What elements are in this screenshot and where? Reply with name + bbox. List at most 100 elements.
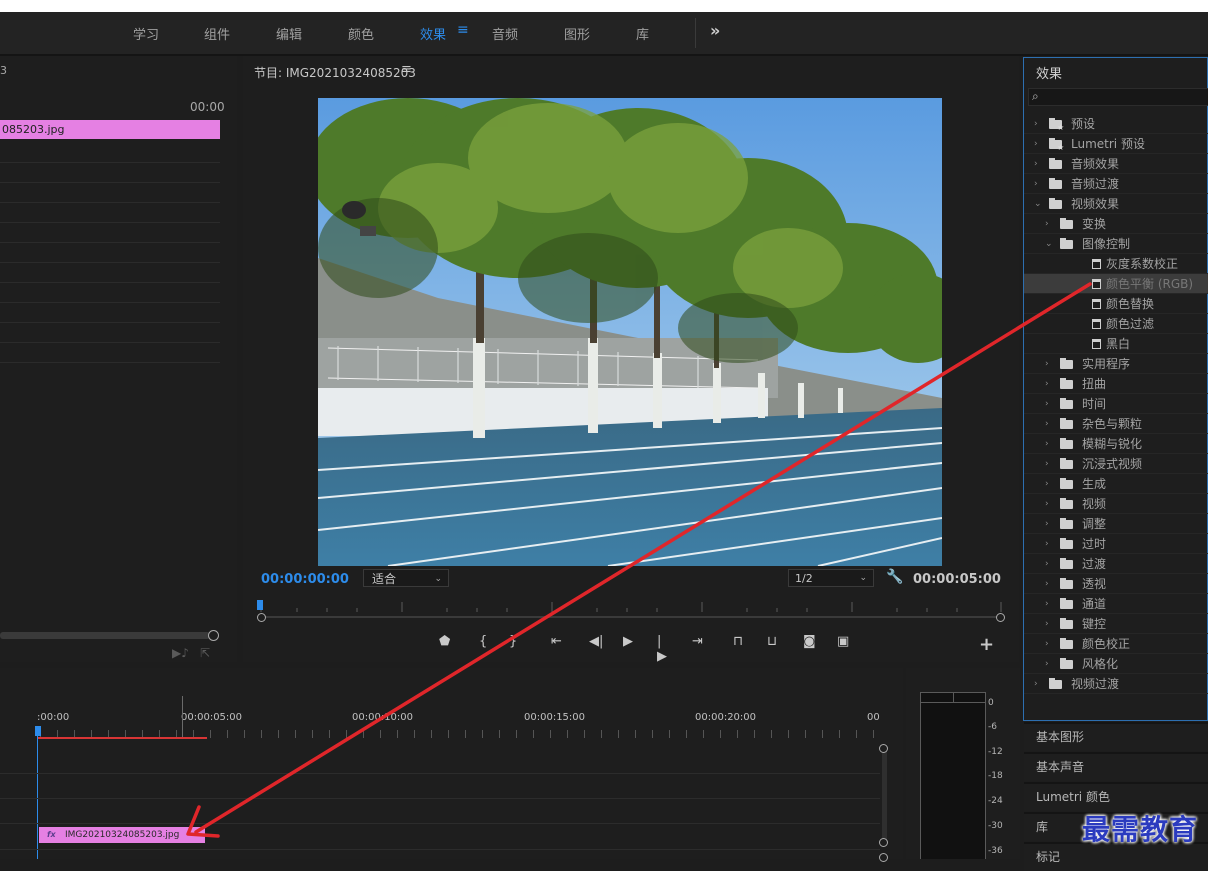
panel-essential-sound[interactable]: 基本声音 [1024,752,1208,781]
camera-icon[interactable]: ◙ [803,634,816,649]
add-button[interactable]: + [979,634,994,655]
chevron-right-icon[interactable]: › [1045,494,1049,514]
tab-assembly[interactable]: 组件 [204,24,230,43]
timeline-ruler[interactable]: :00:00 00:00:05:00 00:00:10:00 00:00:15:… [0,668,903,738]
resolution-select[interactable]: 1/2 ⌄ [788,569,874,587]
effects-tree-item[interactable]: › 视频 [1024,494,1208,514]
comparison-view-icon[interactable]: ▣ [837,634,849,649]
chevron-right-icon[interactable]: › [1045,374,1049,394]
panel-menu-icon[interactable]: ≡ [401,62,412,77]
tab-graphics[interactable]: 图形 [564,24,590,43]
chevron-right-icon[interactable]: › [1045,214,1049,234]
effects-tree-item[interactable]: 灰度系数校正 [1024,254,1208,274]
chevron-right-icon[interactable]: › [1045,474,1049,494]
chevron-right-icon[interactable]: › [1045,594,1049,614]
effects-tree-item[interactable]: › ★ 预设 [1024,114,1208,134]
timeline-vertical-scrollbar[interactable] [882,748,887,844]
tab-effects[interactable]: 效果 [420,24,446,43]
chevron-right-icon[interactable]: › [1045,414,1049,434]
source-clip[interactable]: 085203.jpg [0,120,220,139]
chevron-right-icon[interactable]: › [1045,574,1049,594]
effects-tree-item[interactable]: 颜色过滤 [1024,314,1208,334]
effects-tree-item[interactable]: › 音频效果 [1024,154,1208,174]
chevron-right-icon[interactable]: › [1034,154,1038,174]
chevron-right-icon[interactable]: › [1045,434,1049,454]
chevron-right-icon[interactable]: › [1034,674,1038,694]
tab-libraries[interactable]: 库 [636,24,649,43]
chevron-right-icon[interactable]: › [1045,534,1049,554]
current-timecode[interactable]: 00:00:00:00 [261,572,349,587]
mark-out-icon[interactable]: } [509,634,517,649]
program-viewer[interactable] [318,98,942,566]
add-marker-icon[interactable]: ⬟ [439,634,450,649]
effects-tree-item[interactable]: ⌄ 视频效果 [1024,194,1208,214]
effects-tree-item[interactable]: › 生成 [1024,474,1208,494]
chevron-right-icon[interactable]: › [1034,114,1038,134]
step-back-icon[interactable]: ◀| [589,634,603,649]
lift-icon[interactable]: ⊓ [733,634,743,649]
effects-tree-item[interactable]: › 过渡 [1024,554,1208,574]
effects-tree-item[interactable]: ⌄ 图像控制 [1024,234,1208,254]
scroll-handle[interactable] [879,853,888,862]
chevron-right-icon[interactable]: › [1045,454,1049,474]
audio-icon[interactable]: ▶♪ [172,646,189,660]
zoom-bar[interactable] [261,616,1001,618]
go-to-out-icon[interactable]: ⇥ [692,634,703,649]
program-time-ruler[interactable] [257,596,1005,622]
timeline-clip[interactable]: fx IMG20210324085203.jpg [39,827,205,843]
chevron-down-icon[interactable]: ⌄ [1045,234,1053,254]
fit-select[interactable]: 适合 ⌄ [363,569,449,587]
effects-tree-item[interactable]: 黑白 [1024,334,1208,354]
effects-tree-item[interactable]: › 透视 [1024,574,1208,594]
effects-tree-item[interactable]: › 实用程序 [1024,354,1208,374]
effects-tree-item[interactable]: › 键控 [1024,614,1208,634]
chevron-right-icon[interactable]: › [1045,554,1049,574]
mark-in-icon[interactable]: { [479,634,487,649]
playhead[interactable] [257,600,263,610]
scroll-handle[interactable] [208,630,219,641]
zoom-handle-left[interactable] [257,613,266,622]
tab-color[interactable]: 颜色 [348,24,374,43]
effects-search-input[interactable]: ⌕ [1028,88,1208,106]
panel-lumetri-color[interactable]: Lumetri 颜色 [1024,782,1208,811]
chevron-right-icon[interactable]: › [1045,614,1049,634]
chevron-right-icon[interactable]: › [1045,634,1049,654]
panel-essential-graphics[interactable]: 基本图形 [1024,722,1208,751]
effects-tree-item[interactable]: › 调整 [1024,514,1208,534]
effects-tree-item[interactable]: › 杂色与颗粒 [1024,414,1208,434]
scroll-handle[interactable] [879,744,888,753]
effects-tree-item[interactable]: › 风格化 [1024,654,1208,674]
scroll-handle[interactable] [879,838,888,847]
play-icon[interactable]: ▶ [623,634,633,649]
tab-editing[interactable]: 编辑 [276,24,302,43]
wrench-icon[interactable]: 🔧 [886,569,903,585]
effects-tree-item[interactable]: › 变换 [1024,214,1208,234]
effects-tree-item[interactable]: › 时间 [1024,394,1208,414]
step-forward-icon[interactable]: |▶ [657,634,667,664]
effects-tree-item[interactable]: › 沉浸式视频 [1024,454,1208,474]
effects-tree-item[interactable]: › 通道 [1024,594,1208,614]
tab-learn[interactable]: 学习 [133,24,159,43]
chevron-right-icon[interactable]: › [1045,514,1049,534]
effects-tree-item[interactable]: › 视频过渡 [1024,674,1208,694]
go-to-in-icon[interactable]: ⇤ [551,634,562,649]
source-scrollbar[interactable] [0,632,210,639]
double-chevron-right-icon[interactable]: » [710,21,720,40]
timeline-playhead[interactable] [35,726,41,736]
effects-tree-item[interactable]: › 扭曲 [1024,374,1208,394]
effects-tree-item[interactable]: 颜色平衡 (RGB) [1024,274,1208,294]
effects-tree-item[interactable]: › 颜色校正 [1024,634,1208,654]
extract-icon[interactable]: ⊔ [767,634,777,649]
zoom-handle-right[interactable] [996,613,1005,622]
chevron-right-icon[interactable]: › [1045,354,1049,374]
chevron-right-icon[interactable]: › [1034,174,1038,194]
chevron-right-icon[interactable]: › [1045,394,1049,414]
effects-tree-item[interactable]: › ★ Lumetri 预设 [1024,134,1208,154]
effects-tree-item[interactable]: › 音频过渡 [1024,174,1208,194]
effects-tree-item[interactable]: 颜色替换 [1024,294,1208,314]
chevron-down-icon[interactable]: ⌄ [1034,194,1042,214]
export-icon[interactable]: ⇱ [200,646,210,660]
effects-tree-item[interactable]: › 模糊与锐化 [1024,434,1208,454]
chevron-right-icon[interactable]: › [1045,654,1049,674]
chevron-right-icon[interactable]: › [1034,134,1038,154]
